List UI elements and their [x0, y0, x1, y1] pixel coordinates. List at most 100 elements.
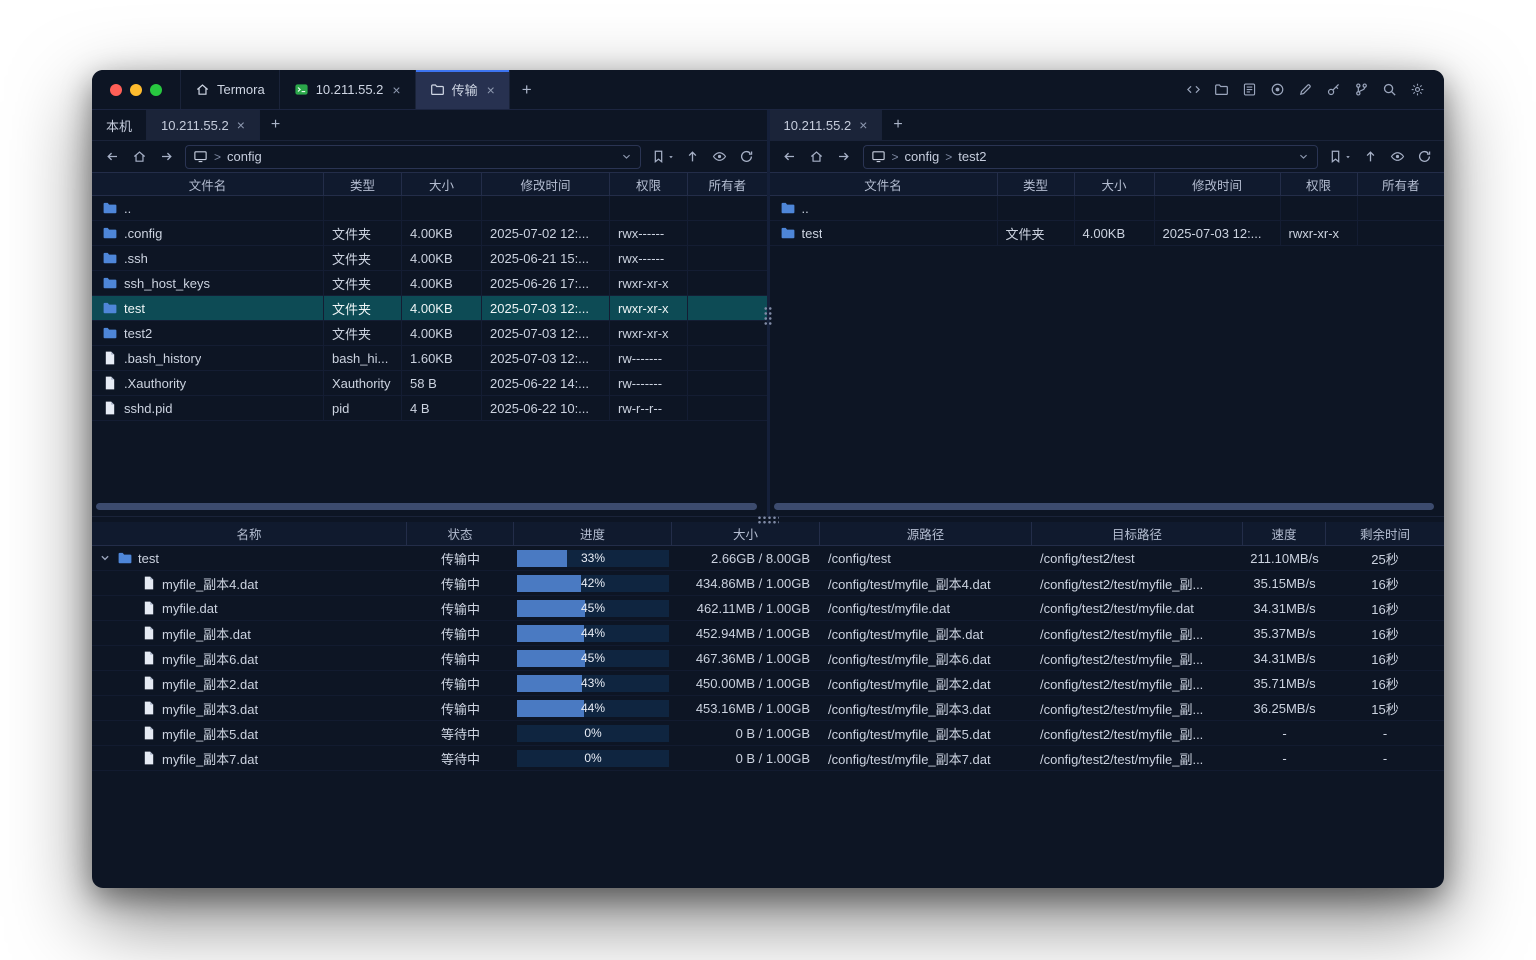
folder-button[interactable] — [1208, 77, 1234, 103]
bookmark-button[interactable] — [1325, 145, 1355, 169]
preview-button[interactable] — [1385, 145, 1409, 169]
close-window-button[interactable] — [110, 84, 122, 96]
column-header[interactable]: 速度 — [1243, 522, 1326, 545]
transfer-speed-cell: 35.15MB/s — [1243, 571, 1326, 595]
path-breadcrumb[interactable]: >config — [185, 145, 641, 169]
key-button[interactable] — [1320, 77, 1346, 103]
new-panel-tab-button[interactable]: + — [882, 110, 913, 140]
forward-button[interactable] — [154, 145, 178, 169]
transfer-row[interactable]: myfile_副本4.dat传输中42%434.86MB / 1.00GB/co… — [92, 571, 1444, 596]
transfer-row[interactable]: myfile_副本.dat传输中44%452.94MB / 1.00GB/con… — [92, 621, 1444, 646]
path-breadcrumb[interactable]: >config>test2 — [863, 145, 1319, 169]
column-header[interactable]: 目标路径 — [1032, 522, 1243, 545]
close-icon[interactable]: × — [392, 83, 400, 97]
transfer-row[interactable]: myfile.dat传输中45%462.11MB / 1.00GB/config… — [92, 596, 1444, 621]
column-header[interactable]: 文件名 — [770, 173, 998, 195]
refresh-button[interactable] — [735, 145, 759, 169]
close-icon[interactable]: × — [859, 118, 867, 132]
transfer-row[interactable]: myfile_副本5.dat等待中0%0 B / 1.00GB/config/t… — [92, 721, 1444, 746]
horizontal-scrollbar[interactable] — [774, 503, 1435, 510]
horizontal-scrollbar[interactable] — [96, 503, 757, 510]
horizontal-splitter[interactable] — [92, 516, 1444, 522]
caret-down-icon — [667, 153, 675, 161]
file-row[interactable]: .config文件夹4.00KB2025-07-02 12:...rwx----… — [92, 221, 767, 246]
close-icon[interactable]: × — [487, 83, 495, 97]
column-header[interactable]: 权限 — [1281, 173, 1358, 195]
window-tab-home[interactable]: Termora — [180, 70, 280, 109]
window-tab-transfer[interactable]: 传输× — [416, 70, 510, 109]
column-header[interactable]: 大小 — [402, 173, 482, 195]
file-size-cell: 4.00KB — [402, 221, 482, 245]
transfer-row[interactable]: myfile_副本2.dat传输中43%450.00MB / 1.00GB/co… — [92, 671, 1444, 696]
file-row[interactable]: .. — [92, 196, 767, 221]
column-header[interactable]: 修改时间 — [482, 173, 610, 195]
eye-icon — [1390, 149, 1405, 164]
column-header[interactable]: 类型 — [998, 173, 1075, 195]
new-tab-button[interactable]: + — [510, 70, 544, 109]
log-button[interactable] — [1236, 77, 1262, 103]
file-icon — [102, 350, 118, 366]
file-perm-cell: rwx------ — [610, 246, 688, 270]
forward-button[interactable] — [832, 145, 856, 169]
file-row[interactable]: .XauthorityXauthority58 B2025-06-22 14:.… — [92, 371, 767, 396]
column-header[interactable]: 修改时间 — [1155, 173, 1281, 195]
column-header[interactable]: 剩余时间 — [1326, 522, 1444, 545]
file-row[interactable]: test2文件夹4.00KB2025-07-03 12:...rwxr-xr-x — [92, 321, 767, 346]
column-header[interactable]: 类型 — [324, 173, 402, 195]
new-panel-tab-button[interactable]: + — [260, 110, 291, 140]
splitter-grip — [757, 515, 779, 524]
file-row[interactable]: sshd.pidpid4 B2025-06-22 10:...rw-r--r-- — [92, 396, 767, 421]
chevron-down-icon[interactable] — [1297, 150, 1310, 163]
column-header[interactable]: 所有者 — [688, 173, 767, 195]
chevron-down-icon[interactable] — [620, 150, 633, 163]
window-tab-terminal[interactable]: 10.211.55.2× — [280, 70, 416, 109]
column-header[interactable]: 大小 — [1075, 173, 1155, 195]
panel-tab[interactable]: 10.211.55.2× — [147, 110, 260, 140]
transfer-row[interactable]: test传输中33%2.66GB / 8.00GB/config/test/co… — [92, 546, 1444, 571]
transfer-row[interactable]: myfile_副本6.dat传输中45%467.36MB / 1.00GB/co… — [92, 646, 1444, 671]
file-name-cell: .. — [92, 196, 324, 220]
edit-button[interactable] — [1292, 77, 1318, 103]
transfer-name: test — [138, 551, 159, 566]
file-row[interactable]: .bash_historybash_hi...1.60KB2025-07-03 … — [92, 346, 767, 371]
file-modified-cell: 2025-07-02 12:... — [482, 221, 610, 245]
zoom-window-button[interactable] — [150, 84, 162, 96]
column-header[interactable]: 名称 — [92, 522, 407, 545]
code-button[interactable] — [1180, 77, 1206, 103]
column-header[interactable]: 权限 — [610, 173, 688, 195]
minimize-window-button[interactable] — [130, 84, 142, 96]
file-row[interactable]: ssh_host_keys文件夹4.00KB2025-06-26 17:...r… — [92, 271, 767, 296]
transfer-row[interactable]: myfile_副本7.dat等待中0%0 B / 1.00GB/config/t… — [92, 746, 1444, 771]
column-header[interactable]: 大小 — [672, 522, 820, 545]
transfer-speed-cell: 34.31MB/s — [1243, 596, 1326, 620]
transfer-source-cell: /config/test/myfile_副本7.dat — [820, 746, 1032, 770]
file-row[interactable]: .. — [770, 196, 1445, 221]
file-row[interactable]: .ssh文件夹4.00KB2025-06-21 15:...rwx------ — [92, 246, 767, 271]
column-header[interactable]: 文件名 — [92, 173, 324, 195]
file-owner-cell — [688, 221, 767, 245]
file-row[interactable]: test文件夹4.00KB2025-07-03 12:...rwxr-xr-x — [770, 221, 1445, 246]
close-icon[interactable]: × — [237, 118, 245, 132]
column-header[interactable]: 所有者 — [1358, 173, 1445, 195]
column-header[interactable]: 进度 — [514, 522, 672, 545]
column-header[interactable]: 源路径 — [820, 522, 1032, 545]
panel-tab[interactable]: 本机 — [92, 110, 147, 140]
upload-button[interactable] — [681, 145, 705, 169]
column-header[interactable]: 状态 — [407, 522, 514, 545]
preview-button[interactable] — [708, 145, 732, 169]
search-button[interactable] — [1376, 77, 1402, 103]
home-button[interactable] — [805, 145, 829, 169]
panel-tab[interactable]: 10.211.55.2× — [770, 110, 883, 140]
refresh-button[interactable] — [1412, 145, 1436, 169]
back-button[interactable] — [778, 145, 802, 169]
file-row[interactable]: test文件夹4.00KB2025-07-03 12:...rwxr-xr-x — [92, 296, 767, 321]
upload-button[interactable] — [1358, 145, 1382, 169]
back-button[interactable] — [100, 145, 124, 169]
bookmark-button[interactable] — [648, 145, 678, 169]
branch-button[interactable] — [1348, 77, 1374, 103]
transfer-row[interactable]: myfile_副本3.dat传输中44%453.16MB / 1.00GB/co… — [92, 696, 1444, 721]
collapse-icon[interactable] — [98, 551, 112, 565]
settings-button[interactable] — [1404, 77, 1430, 103]
record-button[interactable] — [1264, 77, 1290, 103]
home-button[interactable] — [127, 145, 151, 169]
